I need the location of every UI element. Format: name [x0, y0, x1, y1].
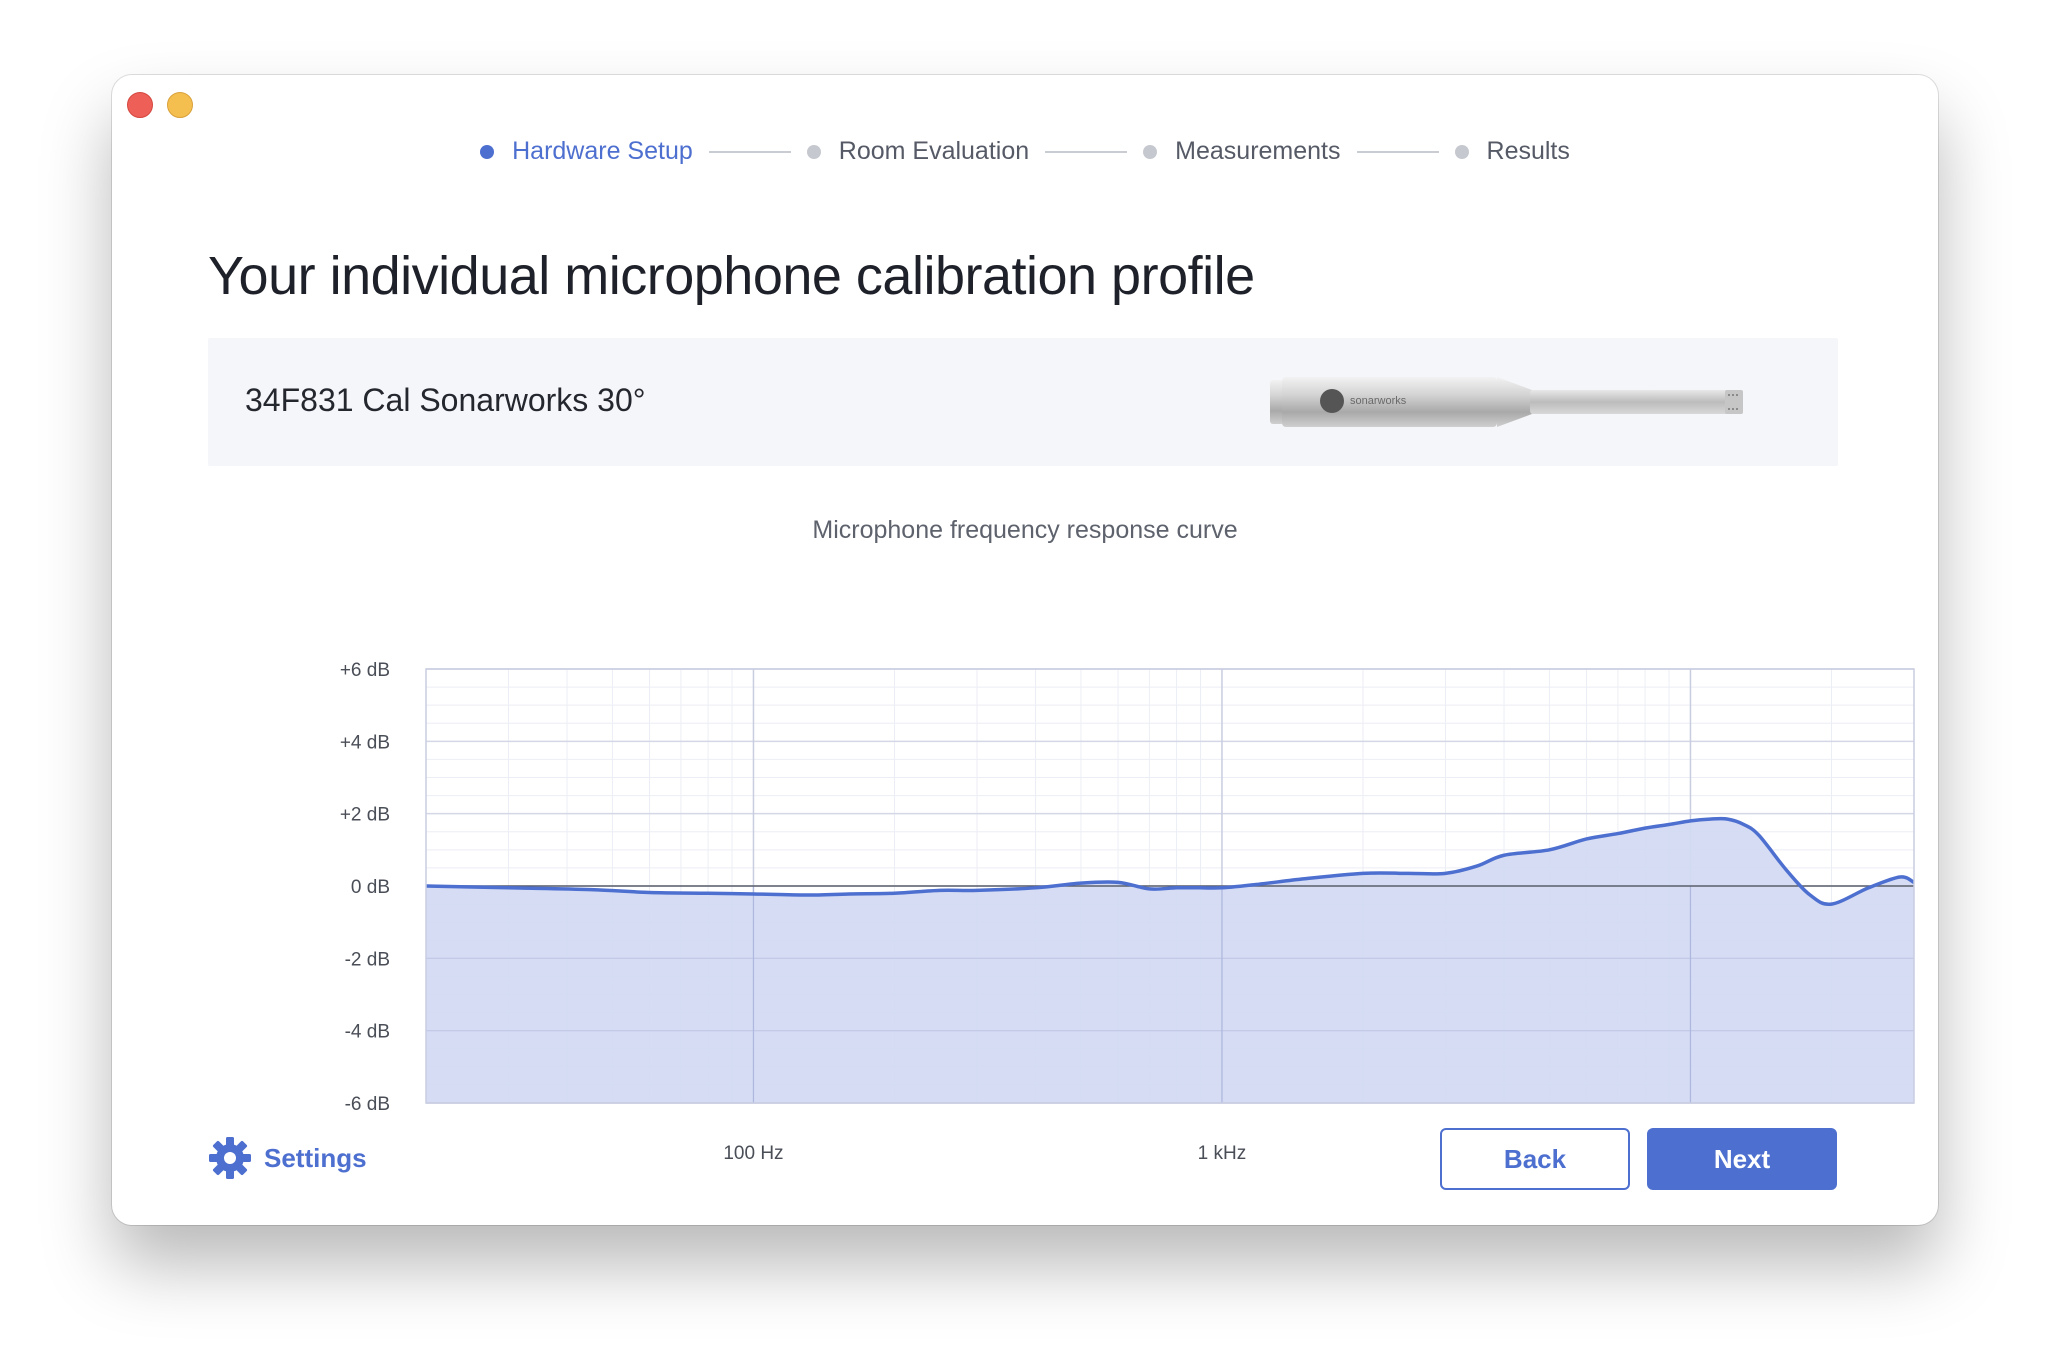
step-label: Room Evaluation — [838, 137, 1030, 165]
next-button[interactable]: Next — [1647, 1128, 1837, 1190]
step-indicator-dot — [806, 144, 821, 159]
frequency-response-chart: +6 dB +4 dB +2 dB 0 dB -2 dB -4 dB -6 dB 100 Hz… — [340, 660, 1915, 1164]
microphone-card: 34F831 Cal Sonarworks 30° sonarworks — [208, 338, 1838, 466]
y-tick-label: 0 dB — [351, 877, 390, 898]
y-tick-label: -4 dB — [345, 1022, 390, 1043]
y-tick-label: +6 dB — [340, 660, 390, 681]
gear-icon — [209, 1137, 251, 1179]
step-results: Results — [1454, 137, 1570, 166]
step-label: Hardware Setup — [512, 137, 693, 165]
x-tick-label: 1 kHz — [1198, 1143, 1247, 1164]
y-tick-label: +4 dB — [340, 732, 390, 753]
y-tick-label: +2 dB — [340, 805, 390, 826]
settings-label: Settings — [264, 1142, 367, 1173]
step-measurements: Measurements — [1143, 137, 1341, 166]
step-hardware-setup: Hardware Setup — [480, 137, 693, 166]
step-connector — [1356, 150, 1439, 153]
progress-stepper: Hardware Setup Room Evaluation Measureme… — [112, 137, 1938, 166]
step-indicator-dot — [480, 144, 495, 159]
microphone-brand-engraving: sonarworks — [1350, 395, 1407, 407]
microphone-name: 34F831 Cal Sonarworks 30° — [245, 382, 646, 418]
step-indicator-dot — [1143, 144, 1158, 159]
step-connector — [708, 150, 791, 153]
microphone-image: sonarworks — [1270, 377, 1743, 427]
window-close-button[interactable] — [127, 92, 153, 118]
y-tick-label: -6 dB — [345, 1094, 390, 1115]
settings-button[interactable]: Settings — [208, 1136, 367, 1180]
chart-title: Microphone frequency response curve — [812, 516, 1238, 544]
x-tick-label: 100 Hz — [723, 1143, 783, 1164]
window-minimize-button[interactable] — [167, 92, 193, 118]
app-window: Hardware Setup Room Evaluation Measureme… — [112, 75, 1938, 1225]
step-room-evaluation: Room Evaluation — [806, 137, 1030, 166]
page-title: Your individual microphone calibration p… — [208, 246, 1255, 306]
step-indicator-dot — [1454, 144, 1469, 159]
step-label: Results — [1486, 137, 1570, 165]
y-tick-label: -2 dB — [345, 949, 390, 970]
back-button[interactable]: Back — [1440, 1128, 1630, 1190]
step-label: Measurements — [1175, 137, 1341, 165]
step-connector — [1045, 150, 1128, 153]
